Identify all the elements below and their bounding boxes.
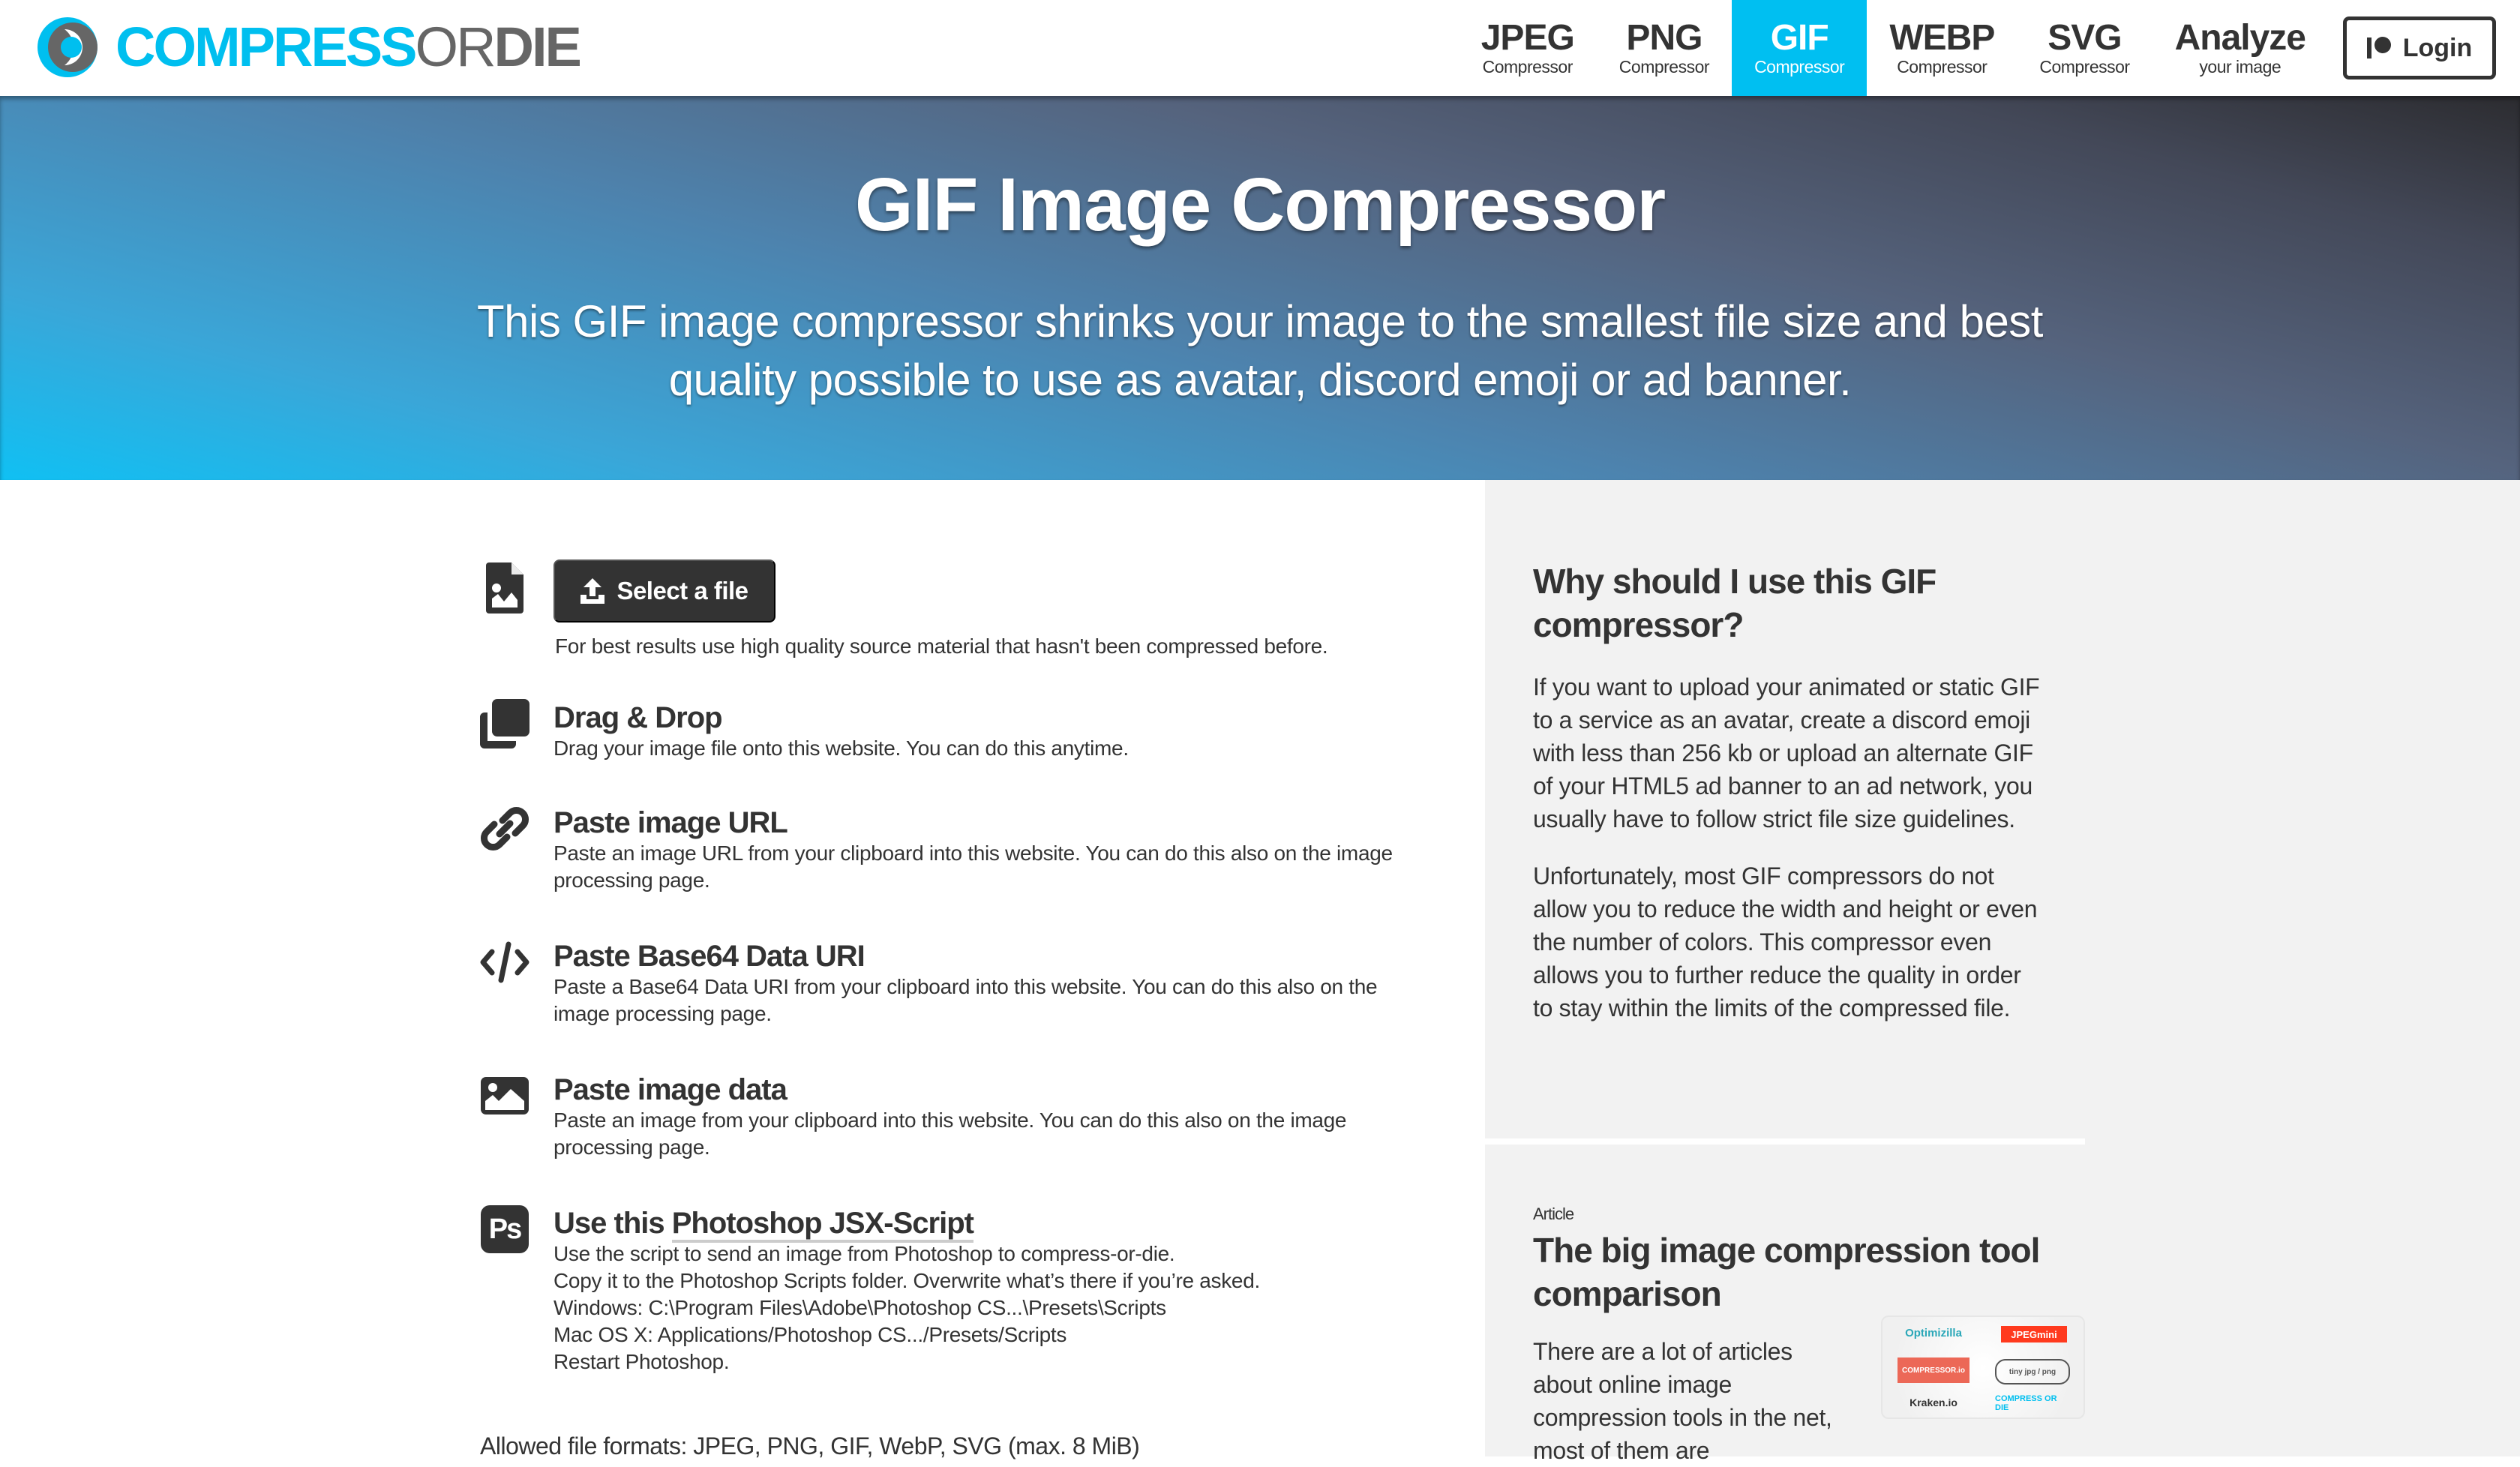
nav-sublabel: your image: [2199, 57, 2282, 76]
photoshop-icon-text: Ps: [481, 1205, 529, 1253]
patreon-icon: [2366, 37, 2392, 59]
option-desc: Paste an image URL from your clipboard i…: [554, 842, 1393, 892]
option-title: Paste image URL: [554, 806, 788, 839]
nav-label: SVG: [2048, 18, 2122, 58]
main-nav: JPEG Compressor PNG Compressor GIF Compr…: [1459, 0, 2328, 96]
tinypng-logo: tiny jpg / png: [1995, 1359, 2070, 1384]
logo-or: OR: [415, 16, 496, 78]
code-icon: [480, 936, 530, 988]
option-title: Paste image data: [554, 1073, 788, 1106]
link-icon: [480, 802, 530, 855]
logo-die: DIE: [494, 16, 582, 78]
option-desc: Paste a Base64 Data URI from your clipbo…: [554, 975, 1378, 1025]
logo-text: COMPRESSORDIE: [116, 20, 582, 75]
photoshop-script-link[interactable]: Photoshop JSX-Script: [671, 1207, 974, 1243]
login-label: Login: [2402, 33, 2473, 62]
nav-svg[interactable]: SVG Compressor: [2017, 0, 2152, 96]
nav-analyze[interactable]: Analyze your image: [2152, 0, 2328, 96]
logo[interactable]: COMPRESSORDIE: [36, 14, 582, 81]
site-header: COMPRESSORDIE JPEG Compressor PNG Compre…: [0, 0, 2520, 96]
why-section: Why should I use this GIF compressor? If…: [1533, 560, 2043, 1024]
nav-png[interactable]: PNG Compressor: [1597, 0, 1732, 96]
nav-jpeg[interactable]: JPEG Compressor: [1459, 0, 1597, 96]
why-heading: Why should I use this GIF compressor?: [1533, 562, 1936, 644]
article-kicker: Article: [1533, 1204, 1574, 1223]
hero-banner: GIF Image Compressor This GIF image comp…: [0, 96, 2520, 480]
compressordie-logo: COMPRESS OR DIE: [1995, 1394, 2057, 1412]
nav-webp[interactable]: WEBP Compressor: [1867, 0, 2017, 96]
nav-label: JPEG: [1480, 18, 1575, 58]
nav-label: GIF: [1770, 18, 1829, 58]
nav-sublabel: Compressor: [1618, 57, 1710, 76]
nav-sublabel: Compressor: [1897, 57, 1988, 76]
sidebar-divider: [1485, 1138, 2085, 1144]
nav-label: PNG: [1626, 18, 1702, 58]
nav-sublabel: Compressor: [2039, 57, 2130, 76]
why-paragraph: Unfortunately, most GIF compressors do n…: [1533, 862, 2038, 1022]
login-button[interactable]: Login: [2343, 16, 2496, 80]
logo-mark-icon: [38, 17, 98, 77]
compressor-io-logo: COMPRESSOR.io: [1898, 1358, 1970, 1383]
page-title: GIF Image Compressor: [854, 163, 1666, 247]
article-heading[interactable]: The big image compression tool compariso…: [1533, 1228, 2043, 1316]
option-title: Paste Base64 Data URI: [554, 940, 866, 973]
nav-sublabel: Compressor: [1482, 57, 1574, 76]
copy-icon: [480, 698, 530, 750]
select-file-hint: For best results use high quality source…: [555, 634, 1328, 658]
why-paragraph: If you want to upload your animated or s…: [1533, 674, 2040, 832]
photoshop-icon: Ps: [480, 1203, 530, 1256]
upload-icon: [580, 578, 605, 604]
option-title: Use this Photoshop JSX-Script: [554, 1206, 1455, 1243]
logo-compress: COMPRESS: [116, 16, 418, 78]
sidebar: Why should I use this GIF compressor? If…: [1485, 480, 2520, 1464]
allowed-formats: Allowed file formats: JPEG, PNG, GIF, We…: [480, 1432, 1140, 1460]
optimizilla-logo: Optimizilla: [1905, 1326, 1962, 1340]
hero-subtitle: This GIF image compressor shrinks your i…: [477, 296, 2043, 405]
option-desc: Drag your image file onto this website. …: [554, 736, 1129, 760]
article-thumbnail[interactable]: Optimizilla JPEGmini COMPRESSOR.io tiny …: [1881, 1316, 2085, 1419]
option-desc: Use the script to send an image from Pho…: [554, 1242, 1260, 1373]
article-text: There are a lot of articles about online…: [1533, 1338, 1832, 1464]
select-file-label: Select a file: [616, 577, 748, 604]
nav-sublabel: Compressor: [1754, 57, 1845, 76]
option-title: Drag & Drop: [554, 701, 723, 734]
kraken-logo: Kraken.io: [1910, 1396, 1958, 1408]
file-image-icon: [480, 560, 530, 616]
nav-label: Analyze: [2174, 18, 2306, 58]
select-file-button[interactable]: Select a file: [554, 560, 776, 622]
nav-gif[interactable]: GIF Compressor: [1732, 0, 1868, 96]
image-icon: [480, 1070, 530, 1122]
option-desc: Paste an image from your clipboard into …: [554, 1108, 1347, 1159]
jpegmini-logo: JPEGmini: [2001, 1326, 2067, 1342]
nav-label: WEBP: [1889, 18, 1995, 58]
option-title-prefix: Use this: [554, 1207, 672, 1240]
article-teaser[interactable]: Article The big image compression tool c…: [1533, 1204, 2085, 1467]
